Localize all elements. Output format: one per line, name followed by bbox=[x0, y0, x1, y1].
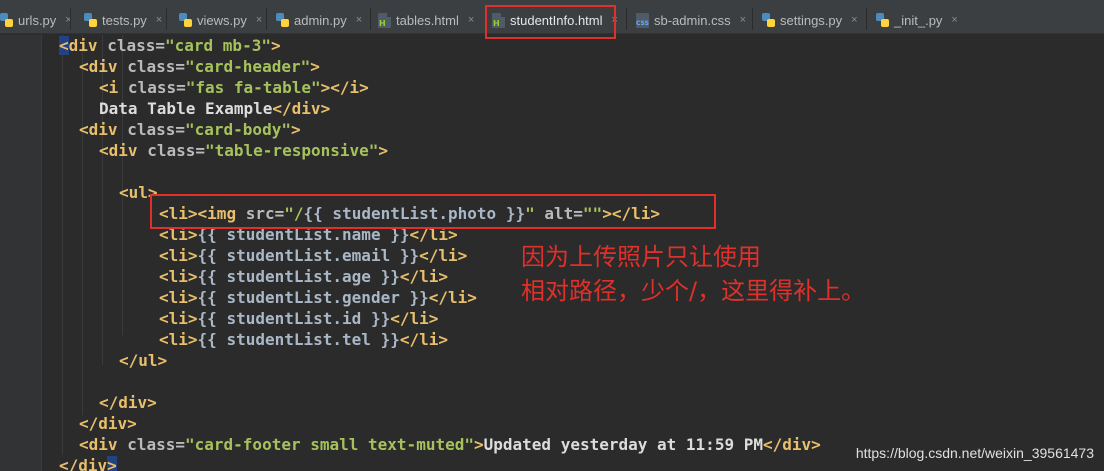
code-line: <div class="card mb-3"> bbox=[59, 36, 281, 55]
tab-label: settings.py bbox=[780, 12, 843, 28]
close-icon[interactable]: × bbox=[356, 14, 362, 26]
code-line: </div> bbox=[99, 393, 157, 412]
tab-label: _init_.py bbox=[894, 12, 943, 28]
code-line: </ul> bbox=[119, 351, 168, 370]
close-icon[interactable]: × bbox=[740, 14, 746, 26]
python-file-icon bbox=[0, 12, 13, 28]
tab-admin-py[interactable]: admin.py × bbox=[272, 6, 362, 34]
code-line: <li>{{ studentList.name }}</li> bbox=[159, 225, 458, 244]
tab-label: views.py bbox=[197, 12, 247, 28]
python-file-icon bbox=[276, 12, 289, 28]
css-file-icon: CSS bbox=[636, 12, 649, 28]
annotation-line-2: 相对路径，少个/，这里得补上。 bbox=[521, 277, 866, 305]
code-line: <div class="card-footer small text-muted… bbox=[79, 435, 821, 454]
code-line: <ul> bbox=[119, 183, 158, 202]
code-line: </div> bbox=[59, 455, 117, 471]
tab-label: studentInfo.html bbox=[510, 12, 603, 28]
code-line: <div class="table-responsive"> bbox=[99, 141, 389, 160]
html-file-icon: H bbox=[492, 12, 505, 28]
tab-urls-py[interactable]: urls.py × bbox=[0, 6, 72, 34]
tab-label: tests.py bbox=[102, 12, 147, 28]
tab-sb-admin-css[interactable]: CSS sb-admin.css × bbox=[632, 6, 746, 34]
python-file-icon bbox=[179, 12, 192, 28]
editor-tab-bar: urls.py × tests.py × views.py × admin.py… bbox=[0, 0, 1104, 34]
annotation-line-1: 因为上传照片只让使用 bbox=[521, 243, 761, 271]
tab-views-py[interactable]: views.py × bbox=[175, 6, 262, 34]
code-line: Data Table Example</div> bbox=[99, 99, 331, 118]
watermark: https://blog.csdn.net/weixin_39561473 bbox=[855, 445, 1094, 461]
tab-init-py[interactable]: _init_.py × bbox=[872, 6, 958, 34]
code-line: <li><img src="/{{ studentList.photo }}" … bbox=[159, 204, 660, 223]
code-line: <li>{{ studentList.age }}</li> bbox=[159, 267, 449, 286]
code-line: </div> bbox=[79, 414, 137, 433]
close-icon[interactable]: × bbox=[612, 14, 618, 26]
close-icon[interactable]: × bbox=[951, 14, 957, 26]
code-line: <li>{{ studentList.id }}</li> bbox=[159, 309, 439, 328]
code-line: <li>{{ studentList.email }}</li> bbox=[159, 246, 468, 265]
python-file-icon bbox=[84, 12, 97, 28]
code-line: <div class="card-header"> bbox=[79, 57, 320, 76]
tab-label: tables.html bbox=[396, 12, 459, 28]
code-line: <div class="card-body"> bbox=[79, 120, 301, 139]
code-line: <li>{{ studentList.gender }}</li> bbox=[159, 288, 477, 307]
python-file-icon bbox=[762, 12, 775, 28]
close-icon[interactable]: × bbox=[851, 14, 857, 26]
code-line: <i class="fas fa-table"></i> bbox=[99, 78, 369, 97]
python-file-icon bbox=[876, 12, 889, 28]
close-icon[interactable]: × bbox=[468, 14, 474, 26]
html-file-icon: H bbox=[378, 12, 391, 28]
tab-studentinfo-html[interactable]: H studentInfo.html × bbox=[488, 6, 618, 34]
tab-tests-py[interactable]: tests.py × bbox=[80, 6, 162, 34]
tab-label: sb-admin.css bbox=[654, 12, 731, 28]
tab-label: admin.py bbox=[294, 12, 347, 28]
close-icon[interactable]: × bbox=[256, 14, 262, 26]
tab-settings-py[interactable]: settings.py × bbox=[758, 6, 858, 34]
code-line: <li>{{ studentList.tel }}</li> bbox=[159, 330, 449, 349]
tab-tables-html[interactable]: H tables.html × bbox=[374, 6, 474, 34]
tab-label: urls.py bbox=[18, 12, 57, 28]
close-icon[interactable]: × bbox=[156, 14, 162, 26]
